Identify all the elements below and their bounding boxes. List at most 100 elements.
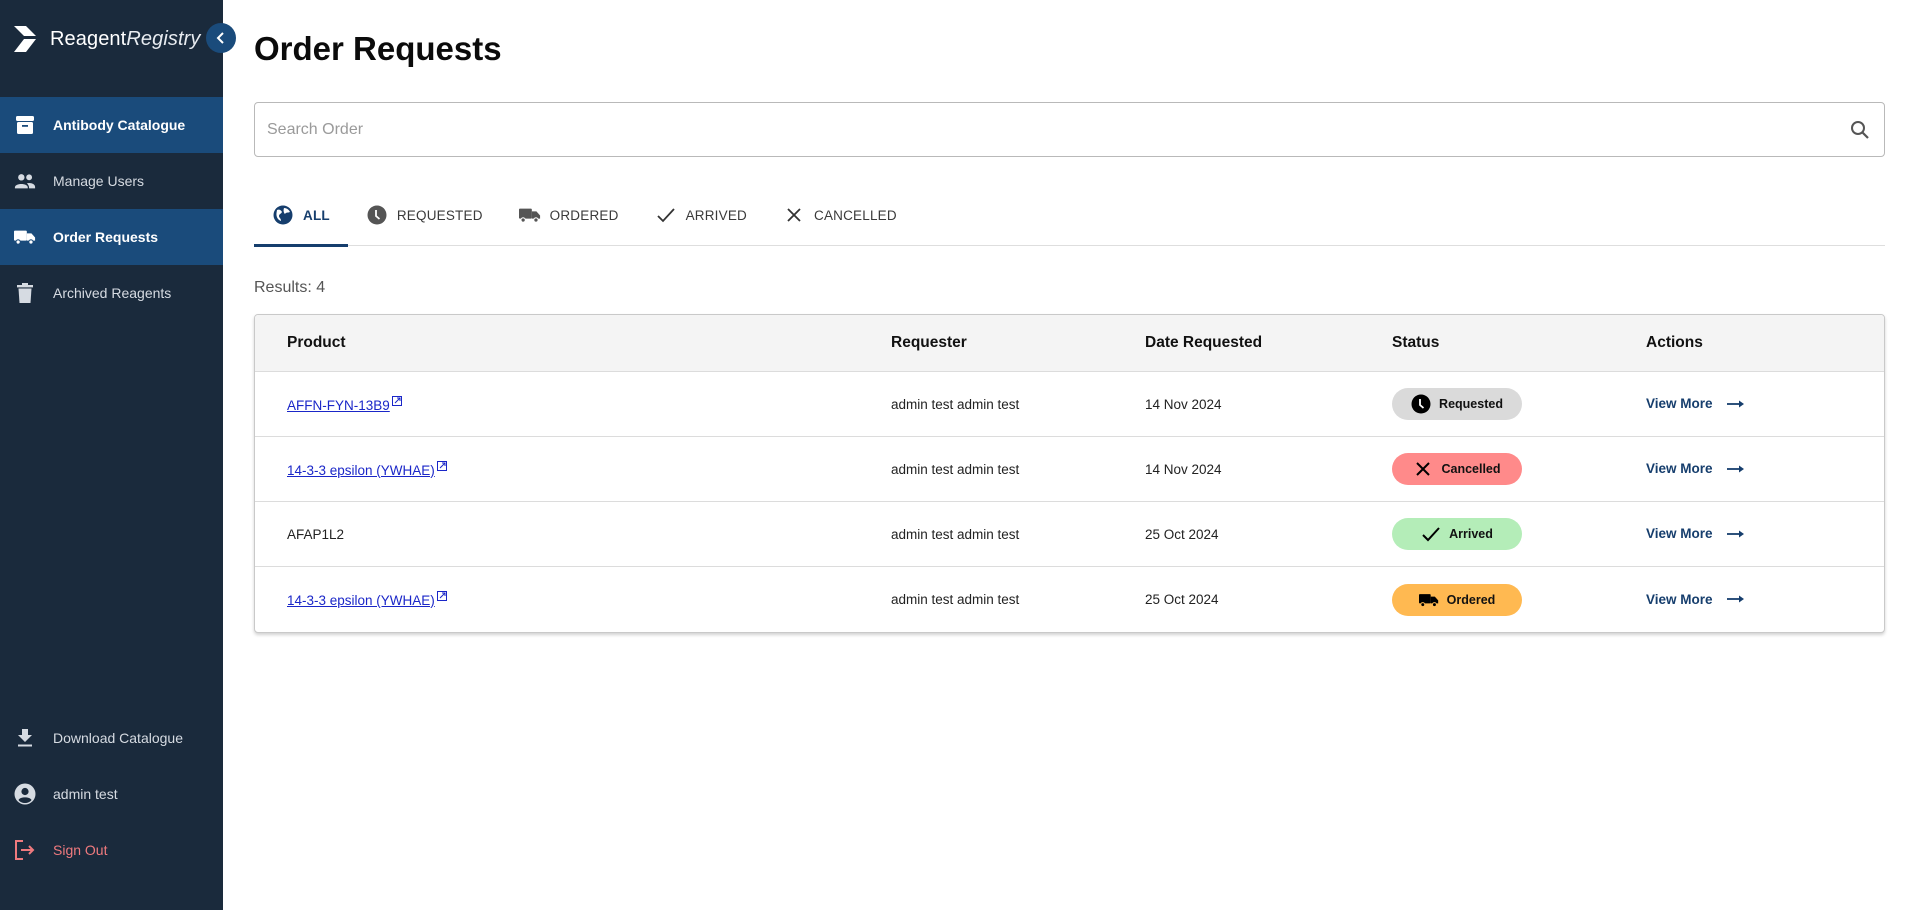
date-cell: 25 Oct 2024	[1145, 526, 1219, 542]
tab-ordered[interactable]: ORDERED	[501, 184, 637, 246]
sidebar-item-archived-reagents[interactable]: Archived Reagents	[0, 265, 223, 321]
collapse-sidebar-button[interactable]	[206, 23, 236, 53]
clock-icon	[1411, 394, 1431, 414]
chevron-left-icon	[216, 32, 224, 44]
sidebar-item-label: Sign Out	[53, 842, 108, 858]
archive-box-icon	[14, 114, 36, 136]
truck-icon	[1418, 590, 1439, 610]
product-cell: AFFN-FYN-13B9	[255, 395, 891, 413]
tab-label: ALL	[303, 207, 330, 223]
x-icon	[1413, 459, 1433, 479]
actions-cell: View More	[1646, 591, 1884, 609]
sidebar-item-antibody-catalogue[interactable]: Antibody Catalogue	[0, 97, 223, 153]
table-row: AFFN-FYN-13B9 admin test admin test 14 N…	[255, 372, 1884, 437]
header-status: Status	[1392, 334, 1440, 351]
view-more-link[interactable]: View More	[1646, 592, 1745, 607]
status-badge-ordered: Ordered	[1392, 583, 1522, 616]
arrow-right-icon	[1726, 595, 1744, 603]
product-link[interactable]: AFFN-FYN-13B9	[287, 398, 390, 413]
table-row: AFAP1L2 admin test admin test 25 Oct 202…	[255, 502, 1884, 567]
external-link-icon	[391, 395, 402, 406]
check-icon	[1421, 524, 1441, 544]
users-icon	[14, 170, 36, 192]
date-cell: 14 Nov 2024	[1145, 461, 1222, 477]
actions-cell: View More	[1646, 460, 1884, 478]
arrow-right-icon	[1726, 530, 1744, 537]
arrow-right-icon	[1726, 465, 1744, 472]
sidebar-item-label: Manage Users	[53, 173, 145, 189]
requester-cell: admin test admin test	[891, 461, 1020, 477]
product-name: AFAP1L2	[287, 526, 345, 542]
sign-out-icon	[14, 839, 36, 861]
tab-label: CANCELLED	[814, 207, 897, 223]
sidebar-item-account[interactable]: admin test	[0, 766, 223, 822]
product-cell: 14-3-3 epsilon (YWHAE)	[255, 460, 891, 478]
view-more-label: View More	[1646, 591, 1713, 607]
status-cell: Ordered	[1392, 583, 1646, 616]
status-badge-cancelled: Cancelled	[1392, 453, 1522, 485]
header-date-requested: Date Requested	[1145, 334, 1263, 351]
status-cell: Arrived	[1392, 518, 1646, 550]
sidebar-item-order-requests[interactable]: Order Requests	[0, 209, 223, 265]
globe-icon	[272, 204, 294, 226]
status-badge-arrived: Arrived	[1392, 518, 1522, 550]
truck-icon	[518, 204, 541, 226]
actions-cell: View More	[1646, 395, 1884, 413]
tab-arrived[interactable]: ARRIVED	[637, 184, 765, 246]
status-badge-requested: Requested	[1392, 388, 1522, 420]
view-more-link[interactable]: View More	[1646, 396, 1745, 411]
sidebar: ReagentRegistry Antibody Catalogue Manag…	[0, 0, 223, 910]
status-cell: Requested	[1392, 388, 1646, 420]
product-link[interactable]: 14-3-3 epsilon (YWHAE)	[287, 463, 435, 478]
sidebar-item-label: Download Catalogue	[53, 730, 183, 746]
sidebar-item-label: Archived Reagents	[53, 285, 172, 301]
sidebar-item-label: admin test	[53, 786, 118, 802]
orders-table: Product Requester Date Requested Status …	[254, 314, 1885, 633]
trash-icon	[14, 282, 36, 304]
table-row: 14-3-3 epsilon (YWHAE) admin test admin …	[255, 437, 1884, 502]
tab-all[interactable]: ALL	[254, 184, 348, 247]
brand-name: ReagentRegistry	[50, 27, 201, 50]
status-label: Requested	[1439, 397, 1503, 411]
sidebar-item-label: Order Requests	[53, 229, 159, 245]
external-link-icon	[436, 591, 447, 601]
product-cell: 14-3-3 epsilon (YWHAE)	[255, 591, 891, 608]
actions-cell: View More	[1646, 525, 1884, 543]
search-input[interactable]	[255, 103, 1848, 156]
sidebar-item-manage-users[interactable]: Manage Users	[0, 153, 223, 209]
date-cell: 25 Oct 2024	[1145, 592, 1219, 607]
product-cell: AFAP1L2	[255, 527, 891, 542]
tab-label: ORDERED	[549, 207, 619, 223]
status-cell: Cancelled	[1392, 453, 1646, 485]
table-header: Product Requester Date Requested Status …	[255, 315, 1884, 372]
brand[interactable]: ReagentRegistry	[12, 22, 200, 56]
view-more-link[interactable]: View More	[1646, 461, 1745, 476]
header-actions: Actions	[1646, 334, 1703, 351]
sidebar-nav: Antibody Catalogue Manage Users Order Re…	[0, 97, 223, 321]
product-link[interactable]: 14-3-3 epsilon (YWHAE)	[287, 593, 435, 608]
tab-label: ARRIVED	[685, 207, 747, 223]
date-cell: 14 Nov 2024	[1145, 396, 1222, 412]
download-icon	[14, 727, 36, 749]
table-row: 14-3-3 epsilon (YWHAE) admin test admin …	[255, 567, 1884, 632]
check-icon	[655, 204, 677, 226]
tab-requested[interactable]: REQUESTED	[348, 184, 501, 246]
view-more-label: View More	[1646, 526, 1713, 541]
sidebar-item-label: Antibody Catalogue	[53, 117, 186, 133]
sidebar-bottom-nav: Download Catalogue admin test Sign Out	[0, 710, 223, 878]
view-more-label: View More	[1646, 396, 1713, 411]
search-bar	[254, 102, 1885, 157]
view-more-link[interactable]: View More	[1646, 526, 1745, 541]
status-label: Arrived	[1449, 527, 1493, 541]
requester-cell: admin test admin test	[891, 396, 1020, 412]
status-label: Ordered	[1446, 592, 1496, 607]
clock-icon	[366, 204, 388, 226]
tab-cancelled[interactable]: CANCELLED	[765, 184, 915, 246]
sidebar-item-download-catalogue[interactable]: Download Catalogue	[0, 710, 223, 766]
arrow-right-icon	[1726, 400, 1744, 407]
requester-cell: admin test admin test	[891, 592, 1020, 607]
sidebar-item-sign-out[interactable]: Sign Out	[0, 822, 223, 878]
status-label: Cancelled	[1441, 462, 1501, 476]
truck-icon	[14, 226, 36, 248]
search-icon[interactable]	[1848, 118, 1872, 142]
